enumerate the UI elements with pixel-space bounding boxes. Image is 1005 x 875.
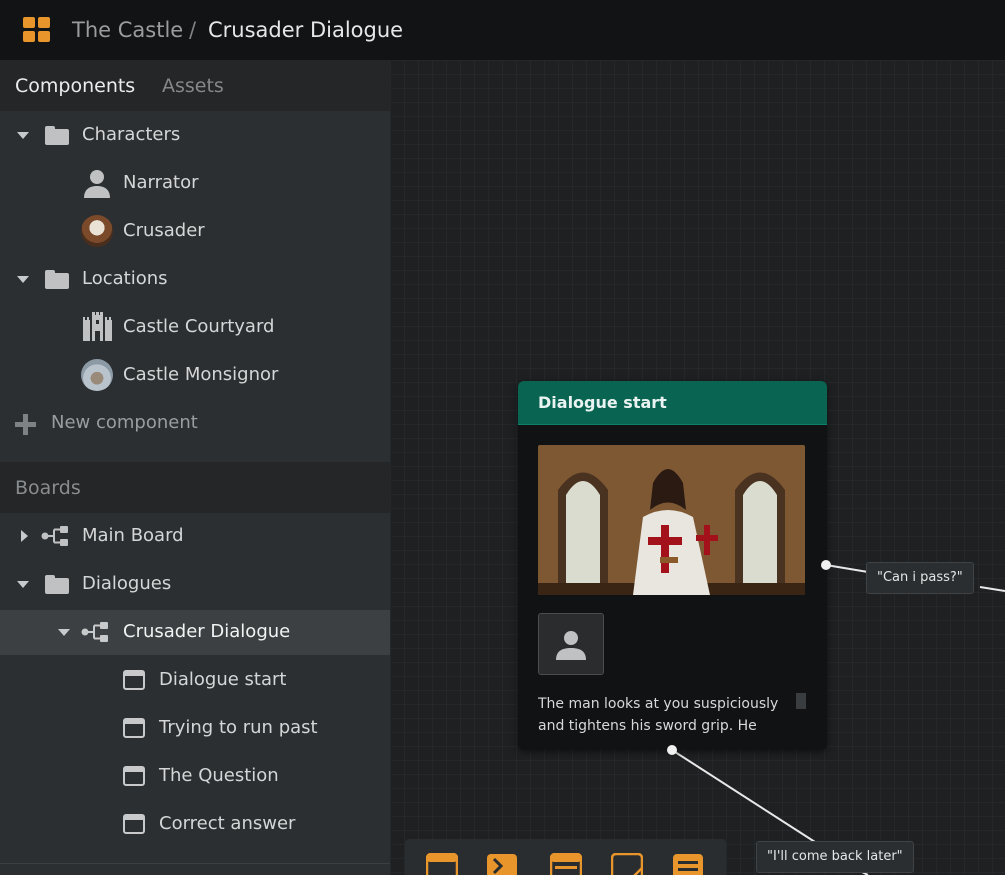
tree-item-label: Dialogues <box>82 573 172 594</box>
list-icon[interactable] <box>672 853 704 875</box>
card-icon <box>123 718 145 738</box>
list-card-icon[interactable] <box>550 853 582 875</box>
tree-item-the-question[interactable]: The Question <box>0 752 390 800</box>
tree-item-label: Correct answer <box>159 813 296 834</box>
card-icon <box>123 670 145 690</box>
tree-item-castle-courtyard[interactable]: Castle Courtyard <box>0 303 390 351</box>
speaker-avatar[interactable] <box>538 613 604 675</box>
new-component-button[interactable]: New component <box>0 399 390 447</box>
folder-icon <box>45 575 69 594</box>
tree-item-trying-to-run-past[interactable]: Trying to run past <box>0 704 390 752</box>
node-toolbar <box>405 839 726 875</box>
tree-item-label: The Question <box>159 765 279 786</box>
sidebar-tabs: Components Assets <box>0 60 390 111</box>
folder-icon <box>45 270 69 289</box>
tree-item-label: Castle Courtyard <box>123 316 275 337</box>
tree-item-locations[interactable]: Locations <box>0 255 390 303</box>
castle-icon <box>83 312 112 341</box>
boards-header: Boards <box>0 462 390 513</box>
person-icon <box>556 631 586 660</box>
folder-icon <box>45 126 69 145</box>
breadcrumb-parent[interactable]: The Castle <box>72 16 183 44</box>
tree-item-label: Main Board <box>82 525 184 546</box>
card-icon <box>123 766 145 786</box>
card-icon[interactable] <box>426 853 458 875</box>
breadcrumb-current: Crusader Dialogue <box>208 18 404 42</box>
tree-item-dialogue-start[interactable]: Dialogue start <box>0 656 390 704</box>
node-header[interactable]: Dialogue start <box>518 381 827 425</box>
tab-components[interactable]: Components <box>15 73 135 99</box>
chevron-down-icon[interactable] <box>17 132 29 139</box>
tree-item-main-board[interactable]: Main Board <box>0 512 390 560</box>
tree-item-narrator[interactable]: Narrator <box>0 159 390 207</box>
tree-item-crusader[interactable]: Crusader <box>0 207 390 255</box>
sidebar: Components Assets Characters Narrator Cr… <box>0 60 390 875</box>
top-bar: The Castle / Crusader Dialogue <box>0 0 1005 60</box>
crusader-image <box>538 445 805 595</box>
tree-item-castle-monsignor[interactable]: Castle Monsignor <box>0 351 390 399</box>
node-text: The man looks at you suspiciously and ti… <box>538 696 779 733</box>
divider <box>0 863 390 864</box>
breadcrumb-separator: / <box>189 18 197 42</box>
tree-item-label: Characters <box>82 124 181 145</box>
tree-item-label: Locations <box>82 268 168 289</box>
chevron-right-icon[interactable] <box>21 530 28 542</box>
chevron-down-icon[interactable] <box>17 276 29 283</box>
card-icon <box>123 814 145 834</box>
note-icon[interactable] <box>611 853 643 875</box>
tree-item-label: Dialogue start <box>159 669 287 690</box>
board-icon <box>81 622 108 642</box>
tree-item-label: Castle Monsignor <box>123 364 279 385</box>
chevron-down-icon[interactable] <box>17 581 29 588</box>
tree-item-label: Crusader Dialogue <box>123 621 291 642</box>
scrollbar[interactable] <box>796 693 806 709</box>
dialogue-node[interactable]: Dialogue start The man looks at you susp… <box>518 381 827 750</box>
tree-item-crusader-dialogue[interactable]: Crusader Dialogue <box>0 610 390 655</box>
connection-line <box>825 564 869 573</box>
connection-line <box>979 586 1005 592</box>
plus-icon <box>15 414 36 435</box>
tree-item-label: Trying to run past <box>159 717 318 738</box>
branch-icon[interactable] <box>486 853 518 875</box>
tree-item-label: Crusader <box>123 220 205 241</box>
board-canvas[interactable]: Dialogue start The man looks at you susp… <box>390 60 1005 875</box>
choice-label[interactable]: "I'll come back later" <box>756 841 914 873</box>
boards-header-label: Boards <box>15 477 81 499</box>
tree-item-label: Narrator <box>123 172 199 193</box>
output-port[interactable] <box>666 744 678 756</box>
castle-monsignor-avatar <box>81 359 113 391</box>
tree-item-correct-answer[interactable]: Correct answer <box>0 800 390 848</box>
app-logo-icon[interactable] <box>23 17 51 43</box>
tree-item-dialogues[interactable]: Dialogues <box>0 560 390 608</box>
choice-label[interactable]: "Can i pass?" <box>866 562 974 594</box>
board-icon <box>41 526 68 546</box>
person-icon <box>84 170 110 198</box>
connection-line <box>671 749 816 843</box>
node-title: Dialogue start <box>538 393 667 412</box>
crusader-avatar <box>81 215 113 247</box>
new-component-label: New component <box>51 412 198 433</box>
output-port[interactable] <box>820 559 832 571</box>
chevron-down-icon[interactable] <box>58 629 70 636</box>
tree-item-characters[interactable]: Characters <box>0 111 390 159</box>
tab-assets[interactable]: Assets <box>162 73 224 99</box>
